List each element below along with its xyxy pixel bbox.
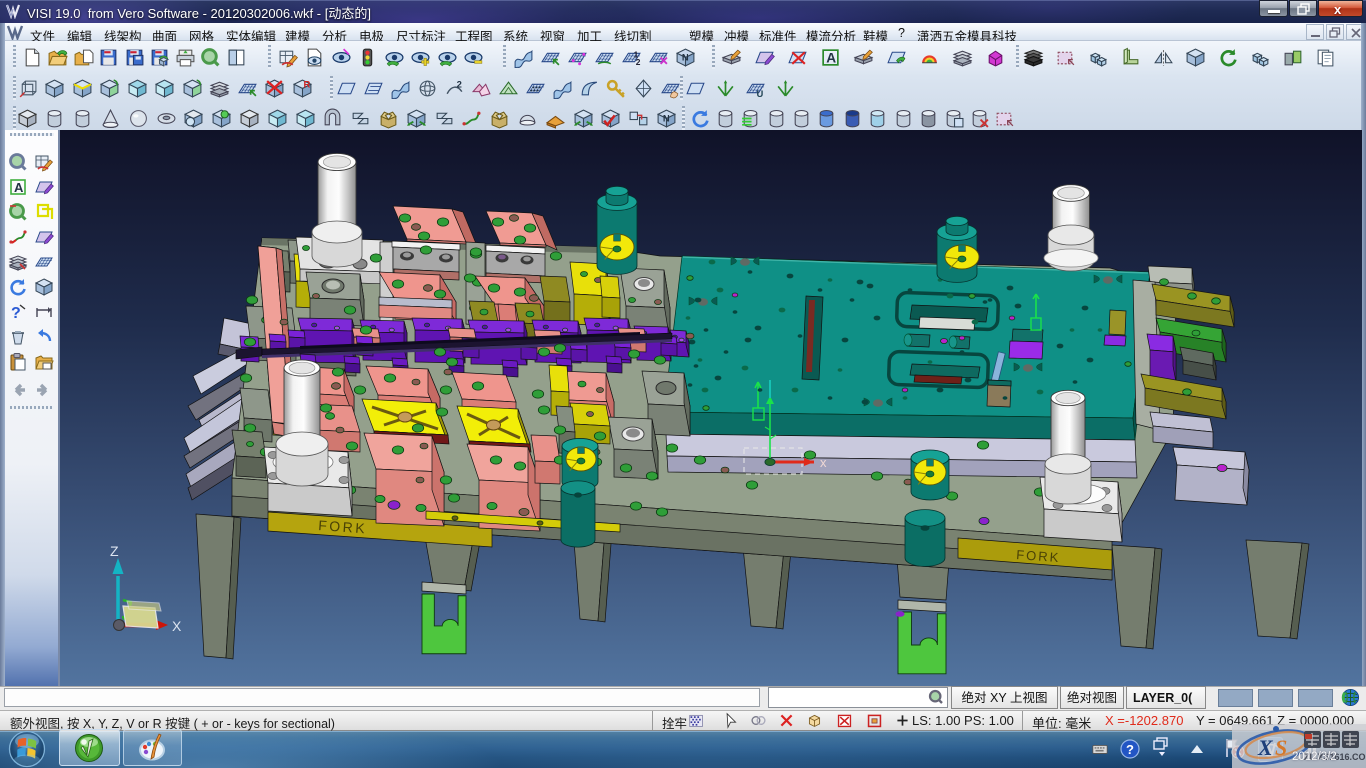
svg-text:X: X bbox=[172, 618, 182, 634]
svg-text:N: N bbox=[663, 114, 670, 125]
svg-text:Z: Z bbox=[110, 543, 119, 559]
svg-text:2: 2 bbox=[636, 57, 641, 67]
svg-text:R: R bbox=[304, 79, 311, 90]
svg-text:FORK: FORK bbox=[1016, 547, 1061, 565]
svg-text:N: N bbox=[682, 53, 689, 64]
svg-text:A: A bbox=[14, 180, 24, 195]
svg-text:2: 2 bbox=[457, 79, 462, 90]
svg-text:A: A bbox=[826, 51, 836, 66]
svg-text:X: X bbox=[1257, 735, 1274, 760]
svg-text:S: S bbox=[1275, 735, 1287, 760]
svg-text:x: x bbox=[820, 455, 827, 470]
svg-text:?: ? bbox=[1126, 742, 1134, 757]
svg-text:U: U bbox=[757, 89, 764, 99]
svg-text:FORK: FORK bbox=[318, 517, 368, 536]
svg-text:?: ? bbox=[11, 305, 21, 322]
